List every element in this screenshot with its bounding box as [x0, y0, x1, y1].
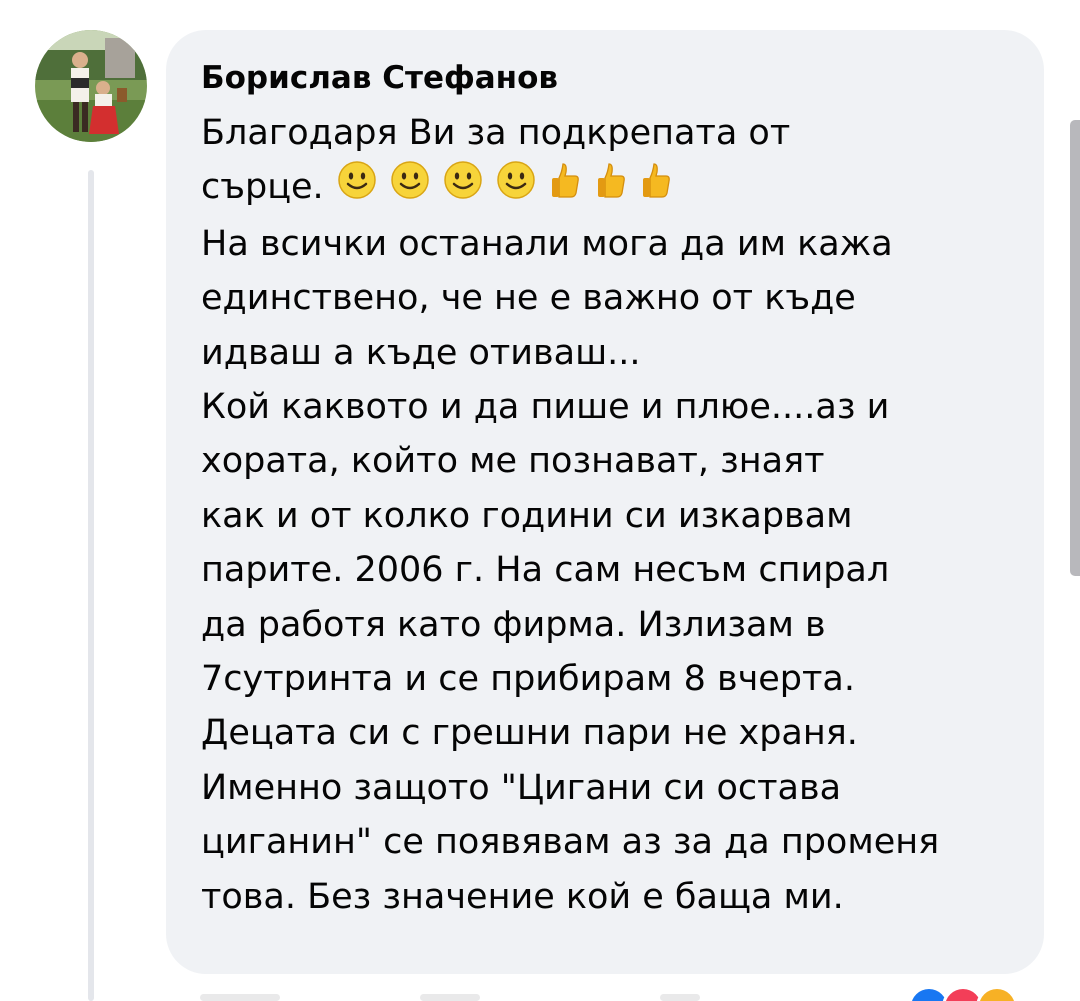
comment-line-2: сърце. — [201, 160, 1020, 216]
comment-screen: Борислав Стефанов Благодаря Ви за подкре… — [0, 0, 1080, 1001]
thumbs-up-icon — [549, 160, 581, 216]
comment-line-4: единствено, че не е важно от къде — [201, 278, 856, 319]
haha-reaction-icon — [976, 986, 1018, 1001]
like-action-link[interactable] — [200, 994, 280, 1001]
avatar-photo — [35, 30, 147, 142]
avatar[interactable] — [35, 30, 147, 142]
comment-line-10: да работя като фирма. Излизам в — [201, 604, 826, 645]
reply-thread-line — [88, 170, 94, 1001]
comment-line-6: Кой каквото и да пише и плюе....аз и — [201, 387, 890, 428]
comment-line-9: парите. 2006 г. На сам несъм спирал — [201, 550, 890, 591]
comment-line-8: как и от колко години си изкарвам — [201, 495, 853, 536]
comment-line-13: Именно защото "Цигани си остава — [201, 767, 842, 808]
comment-line-1: Благодаря Ви за подкрепата от — [201, 113, 791, 153]
smiling-face-icon — [337, 160, 377, 216]
scrollbar[interactable] — [1070, 120, 1080, 576]
comment-line-11: 7сутринта и се прибирам 8 вчерта. — [201, 659, 855, 700]
thumbs-up-icon — [640, 160, 672, 216]
comment-line-12: Децата си с грешни пари не храня. — [201, 713, 858, 754]
thumbs-up-icon — [595, 160, 627, 216]
comment-bubble: Борислав Стефанов Благодаря Ви за подкре… — [166, 30, 1044, 974]
smiling-face-icon — [496, 160, 536, 216]
comment-line-14: циганин" се появявам аз за да променя — [201, 822, 940, 863]
reaction-summary[interactable] — [908, 986, 1048, 1001]
comment-line-7: хората, който ме познават, знаят — [201, 441, 825, 482]
comment-line-2-text: сърце. — [201, 167, 324, 208]
smiling-face-icon — [390, 160, 430, 216]
comment-line-5: идваш а къде отиваш... — [201, 332, 641, 373]
smiling-face-icon — [443, 160, 483, 216]
comment-line-3: На всички останали мога да им кажа — [201, 223, 893, 264]
timestamp — [660, 994, 700, 1001]
reply-action-link[interactable] — [420, 994, 480, 1001]
comment-author[interactable]: Борислав Стефанов — [201, 56, 1020, 100]
comment-line-15: това. Без значение кой е баща ми. — [201, 876, 844, 917]
